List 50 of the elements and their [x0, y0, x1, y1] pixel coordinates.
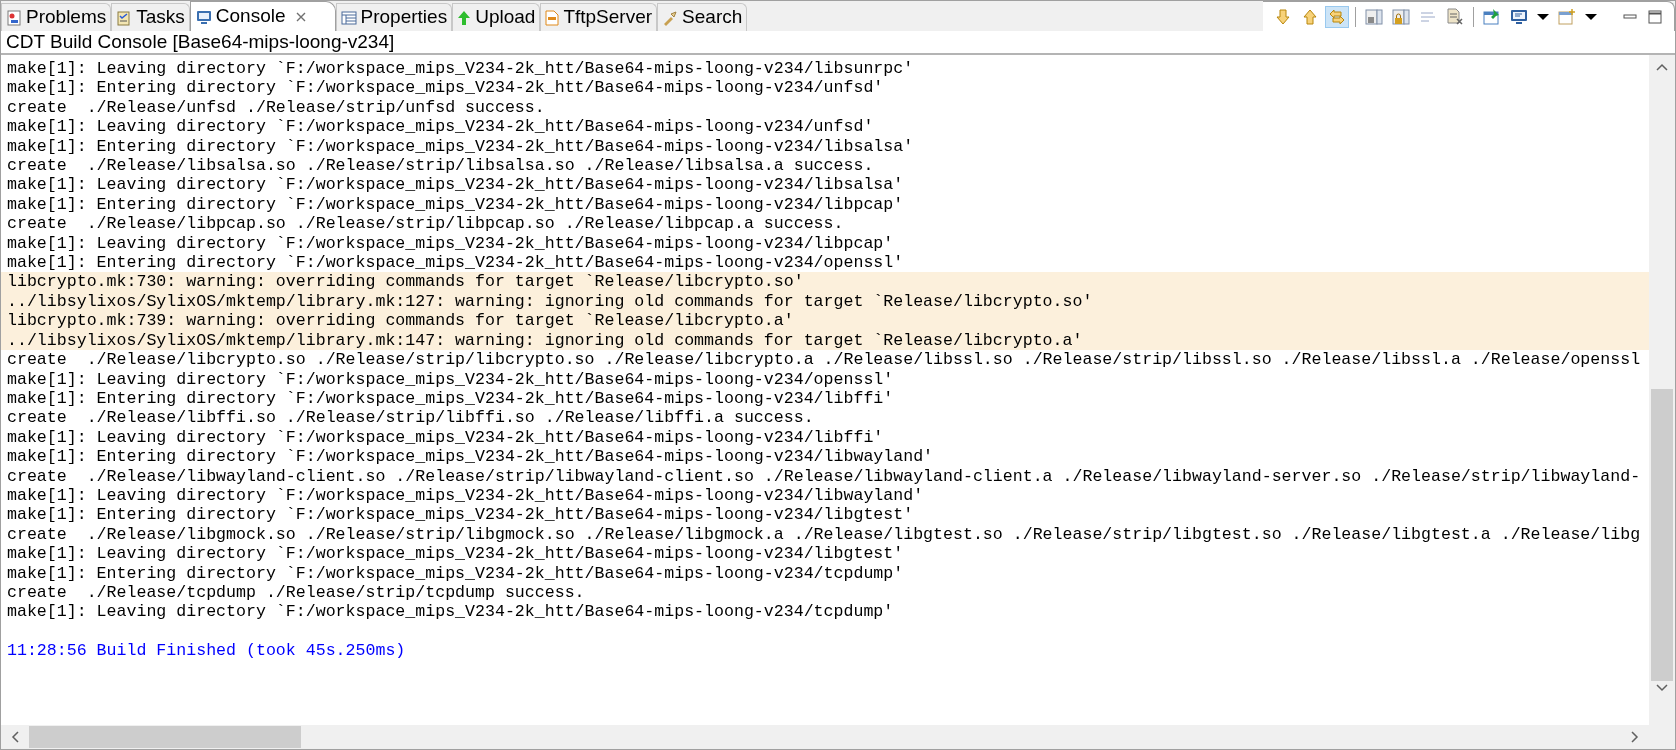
console-line: create ./Release/libffi.so ./Release/strip/libffi.so ./Release/libffi.a success. — [6, 408, 815, 428]
monitor-icon — [195, 8, 212, 25]
scrollbar-thumb[interactable] — [29, 726, 301, 748]
scroll-right-icon[interactable] — [1631, 731, 1639, 743]
scroll-left-icon[interactable] — [11, 731, 19, 743]
view-tab[interactable]: Console — [189, 1, 336, 31]
console-line: make[1]: Entering directory `F:/workspace_mips_V234-2k_htt/Base64-mips-loong-v234/tcpdump' — [6, 563, 905, 583]
scroll-up-icon[interactable] — [1656, 63, 1668, 71]
document-icon — [545, 9, 560, 26]
flashlight-icon — [662, 9, 679, 26]
clipboard-icon — [116, 9, 133, 26]
console-line: make[1]: Leaving directory `F:/workspace_mips_V234-2k_htt/Base64-mips-loong-v234/libsunrpc' — [6, 59, 915, 79]
console-line: make[1]: Leaving directory `F:/workspace_mips_V234-2k_htt/Base64-mips-loong-v234/libffi' — [6, 427, 885, 448]
console-line: create ./Release/libwayland-client.so ./Release/strip/libwayland-client.so ./Release/libwayland-client.a ./Release/libwayland-server.so ./Release/strip/libwayland- — [6, 466, 1642, 486]
console-line: create ./Release/libpcap.so ./Release/strip/libpcap.so ./Release/libpcap.a success. — [6, 214, 845, 234]
console-line: create ./Release/libcrypto.so ./Release/strip/libcrypto.so ./Release/libcrypto.a ./Release/libssl.so ./Release/strip/libssl.so ./Release/libssl.a ./Release/openssl — [6, 350, 1642, 370]
view-tab[interactable]: Properties — [335, 3, 453, 31]
console-line: make[1]: Entering directory `F:/workspace_mips_V234-2k_htt/Base64-mips-loong-v234/libpcap' — [6, 194, 905, 215]
view-tab[interactable]: Problems — [1, 3, 112, 31]
console-line: make[1]: Leaving directory `F:/workspace_mips_V234-2k_htt/Base64-mips-loong-v234/libwayland' — [6, 485, 925, 506]
console-title: CDT Build Console [Base64-mips-loong-v234] — [6, 29, 395, 54]
view-tab[interactable]: TftpServer — [540, 3, 658, 31]
horizontal-scrollbar[interactable] — [1, 725, 1649, 749]
console-line: make[1]: Leaving directory `F:/workspace_mips_V234-2k_htt/Base64-mips-loong-v234/openssl' — [6, 369, 895, 389]
console-line: make[1]: Entering directory `F:/workspace_mips_V234-2k_htt/Base64-mips-loong-v234/libsalsa' — [6, 136, 915, 157]
view-tab[interactable]: Upload — [452, 3, 541, 31]
build-status-line: 11:28:56 Build Finished (took 45s.250ms) — [6, 640, 407, 661]
console-line: make[1]: Entering directory `F:/workspace_mips_V234-2k_htt/Base64-mips-loong-v234/libwayland' — [6, 447, 935, 467]
console-line: make[1]: Entering directory `F:/workspace_mips_V234-2k_htt/Base64-mips-loong-v234/unfsd' — [6, 78, 885, 98]
console-line: create ./Release/libgmock.so ./Release/strip/libgmock.so ./Release/libgmock.a ./Release/libgtest.so ./Release/strip/libgtest.so ./Release/libgtest.a ./Release/libg — [6, 524, 1642, 545]
scrollbar-thumb[interactable] — [1651, 389, 1673, 681]
up-arrow-icon — [457, 9, 472, 26]
console-line: make[1]: Leaving directory `F:/workspace_mips_V234-2k_htt/Base64-mips-loong-v234/tcpdump' — [6, 602, 895, 622]
console-line: create ./Release/libsalsa.so ./Release/strip/libsalsa.so ./Release/libsalsa.a success. — [6, 156, 875, 176]
console-line: make[1]: Entering directory `F:/workspace_mips_V234-2k_htt/Base64-mips-loong-v234/libffi' — [6, 388, 895, 409]
close-icon[interactable] — [295, 11, 306, 22]
table-icon — [340, 9, 357, 26]
console-line: create ./Release/tcpdump ./Release/strip/tcpdump success. — [6, 582, 586, 603]
console-line: make[1]: Entering directory `F:/workspace_mips_V234-2k_htt/Base64-mips-loong-v234/libgtest' — [6, 505, 915, 525]
error-list-icon — [6, 9, 22, 26]
vertical-scrollbar[interactable] — [1649, 55, 1675, 725]
console-line: make[1]: Leaving directory `F:/workspace_mips_V234-2k_htt/Base64-mips-loong-v234/libpcap' — [6, 233, 895, 254]
view-tab[interactable]: Tasks — [111, 3, 190, 31]
console-line: make[1]: Leaving directory `F:/workspace_mips_V234-2k_htt/Base64-mips-loong-v234/libgtest' — [6, 544, 905, 564]
console-line: make[1]: Leaving directory `F:/workspace_mips_V234-2k_htt/Base64-mips-loong-v234/libsalsa' — [6, 175, 905, 195]
console-line: create ./Release/unfsd ./Release/strip/unfsd success. — [6, 97, 546, 118]
view-tab[interactable]: Search — [657, 3, 748, 31]
console-line: make[1]: Leaving directory `F:/workspace_mips_V234-2k_htt/Base64-mips-loong-v234/unfsd' — [6, 117, 875, 137]
console-line: make[1]: Entering directory `F:/workspace_mips_V234-2k_htt/Base64-mips-loong-v234/openssl' — [6, 253, 905, 273]
scroll-down-icon[interactable] — [1656, 684, 1668, 692]
